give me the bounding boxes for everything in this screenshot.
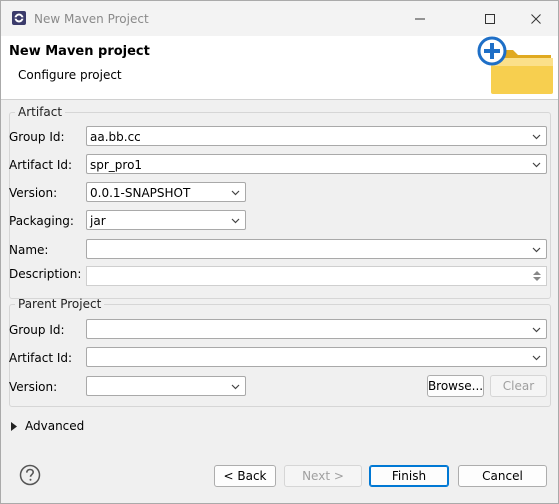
back-button[interactable]: < Back — [214, 465, 276, 487]
chevron-down-icon — [532, 355, 541, 361]
packaging-value: jar — [90, 214, 106, 228]
chevron-down-icon — [231, 218, 240, 224]
chevron-down-icon — [532, 327, 541, 333]
maximize-button[interactable] — [467, 6, 513, 32]
maximize-icon — [485, 14, 495, 24]
eclipse-icon — [12, 11, 26, 25]
minimize-button[interactable] — [397, 6, 443, 32]
chevron-down-icon — [231, 190, 240, 196]
parent-version-label: Version: — [9, 380, 58, 394]
banner-subtitle: Configure project — [18, 68, 122, 82]
artifact-id-label: Artifact Id: — [9, 158, 73, 172]
artifact-legend: Artifact — [18, 105, 63, 119]
chevron-down-icon — [532, 134, 541, 140]
parent-artifact-id-label: Artifact Id: — [9, 351, 73, 365]
new-maven-project-dialog: New Maven Project New Maven project Conf… — [0, 0, 559, 504]
description-label: Description: — [9, 267, 82, 281]
description-textarea[interactable] — [86, 266, 547, 286]
parent-project-legend: Parent Project — [18, 297, 102, 311]
chevron-down-icon — [532, 162, 541, 168]
version-combo[interactable]: 0.0.1-SNAPSHOT — [86, 182, 246, 202]
minimize-icon — [415, 18, 425, 20]
window-title: New Maven Project — [34, 12, 149, 26]
chevron-down-icon — [231, 384, 240, 390]
group-id-label: Group Id: — [9, 130, 65, 144]
parent-version-combo[interactable] — [86, 376, 246, 396]
folder-plus-icon — [477, 36, 553, 94]
group-id-combo[interactable]: aa.bb.cc — [86, 126, 547, 146]
parent-artifact-id-combo[interactable] — [86, 347, 547, 367]
parent-group-id-combo[interactable] — [86, 319, 547, 339]
clear-button[interactable]: Clear — [490, 375, 547, 397]
version-value: 0.0.1-SNAPSHOT — [90, 186, 191, 200]
version-label: Version: — [9, 186, 58, 200]
group-id-value: aa.bb.cc — [90, 130, 141, 144]
cancel-button[interactable]: Cancel — [458, 465, 547, 487]
advanced-expander[interactable]: Advanced — [11, 419, 84, 433]
artifact-id-value: spr_pro1 — [90, 158, 143, 172]
finish-button[interactable]: Finish — [369, 465, 449, 487]
packaging-label: Packaging: — [9, 214, 74, 228]
name-label: Name: — [9, 243, 49, 257]
browse-button[interactable]: Browse... — [427, 375, 484, 397]
artifact-id-combo[interactable]: spr_pro1 — [86, 154, 547, 174]
parent-group-id-label: Group Id: — [9, 323, 65, 337]
chevron-down-icon — [532, 247, 541, 253]
expand-arrow-icon — [11, 421, 17, 431]
next-button[interactable]: Next > — [284, 465, 362, 487]
close-button[interactable] — [513, 6, 559, 32]
help-icon[interactable] — [19, 464, 41, 486]
wizard-banner: New Maven project Configure project — [1, 36, 558, 100]
advanced-label: Advanced — [25, 419, 85, 433]
scroll-spinner-icon[interactable] — [532, 269, 542, 283]
close-icon — [531, 14, 541, 24]
packaging-combo[interactable]: jar — [86, 210, 246, 230]
title-bar: New Maven Project — [1, 1, 558, 36]
name-combo[interactable] — [86, 239, 547, 259]
banner-heading: New Maven project — [9, 44, 150, 59]
